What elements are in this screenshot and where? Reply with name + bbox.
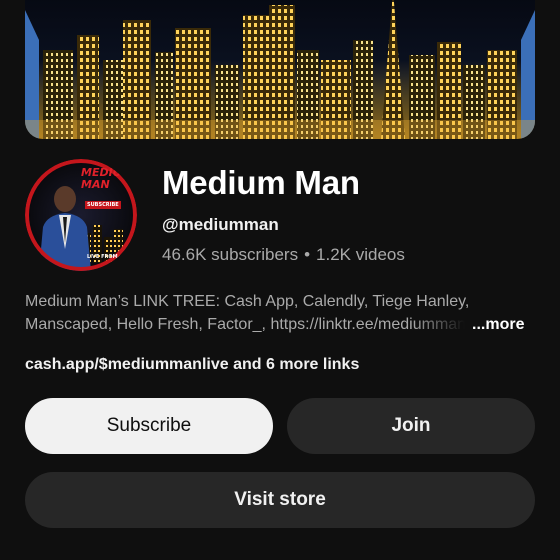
subscriber-count: 46.6K subscribers <box>162 245 299 264</box>
stats-separator: • <box>304 245 311 264</box>
description-line-2-container: Manscaped, Hello Fresh, Factor_, https:/… <box>25 313 535 336</box>
description-line-1: Medium Man’s LINK TREE: Cash App, Calend… <box>25 293 470 310</box>
avatar-subscribe-badge: SUBSCRIBE <box>85 201 121 209</box>
channel-stats: 46.6K subscribers • 1.2K videos <box>162 245 405 265</box>
channel-links[interactable]: cash.app/$mediummanlive and 6 more links <box>25 356 359 374</box>
avatar-title-text: MEDIUM MAN <box>81 166 133 191</box>
description-line-2: Manscaped, Hello Fresh, Factor_, https:/… <box>25 316 465 333</box>
channel-avatar[interactable]: MEDIUM MAN SUBSCRIBE LIVE FROM <box>25 159 137 271</box>
city-skyline-banner-image <box>25 0 535 139</box>
more-button[interactable]: ...more <box>472 313 524 336</box>
channel-description[interactable]: Medium Man’s LINK TREE: Cash App, Calend… <box>25 290 535 336</box>
join-button[interactable]: Join <box>287 398 535 454</box>
channel-handle: @mediumman <box>162 215 279 234</box>
visit-store-button[interactable]: Visit store <box>25 472 535 528</box>
avatar-footer-text: LIVE FROM <box>87 254 118 260</box>
subscribe-button[interactable]: Subscribe <box>25 398 273 454</box>
video-count: 1.2K videos <box>316 245 405 264</box>
channel-banner <box>25 0 535 139</box>
channel-name: Medium Man <box>162 164 360 201</box>
